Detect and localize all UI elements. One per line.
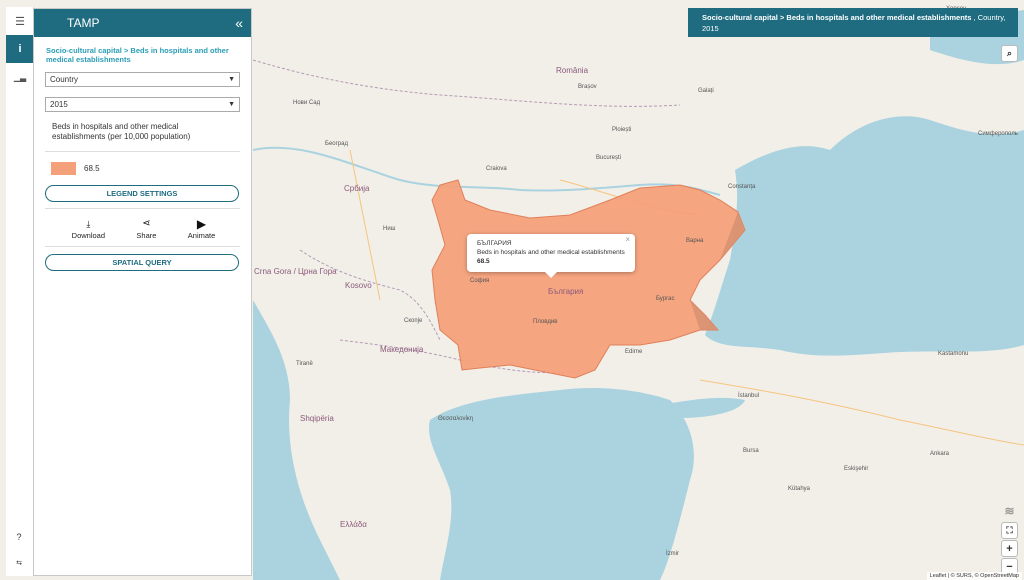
map-label-skopje: Скопје: [404, 318, 423, 324]
info-box: Socio-cultural capital > Beds in hospita…: [688, 8, 1018, 37]
map-label-bursa: Bursa: [743, 448, 759, 454]
legend-settings-button[interactable]: LEGEND SETTINGS: [45, 185, 239, 202]
year-select[interactable]: 2015 ▼: [45, 97, 240, 112]
popup-country: БЪЛГАРИЯ: [477, 240, 512, 247]
map-label-nis: Ниш: [383, 226, 396, 232]
double-chevron-left-icon: «: [235, 15, 243, 31]
map-label-kastamonu: Kastamonu: [938, 351, 969, 357]
map-label-tirane: Tiranë: [296, 361, 313, 367]
info-box-indicator: Socio-cultural capital > Beds in hospita…: [702, 13, 972, 22]
map-label-constanta: Constanța: [728, 184, 756, 190]
divider: [45, 208, 240, 209]
share-button[interactable]: ⋖ Share: [136, 217, 156, 240]
help-button[interactable]: ?: [12, 530, 26, 544]
map-label-simferopol: Симферополь: [978, 131, 1018, 137]
year-select-value: 2015: [50, 100, 68, 109]
map-label-craiova: Craiova: [486, 166, 507, 172]
caret-down-icon: ▼: [228, 101, 235, 108]
fullscreen-icon: ⛶: [1006, 525, 1013, 535]
map-label-burgas: Бургас: [656, 296, 675, 302]
animate-label: Animate: [187, 231, 216, 240]
popup-value: 68.5: [477, 258, 490, 265]
collapse-panel-button[interactable]: «: [235, 15, 243, 31]
map-label-romania: România: [556, 66, 589, 75]
close-icon: ×: [625, 235, 630, 244]
map-label-thessaloniki: Θεσσαλονίκη: [438, 416, 474, 422]
map-label-brasov: Brașov: [578, 84, 597, 90]
map-label-izmir: İzmir: [666, 551, 679, 557]
map-label-istanbul: İstanbul: [738, 393, 760, 399]
unit-select-value: Country: [50, 75, 79, 84]
chart-button[interactable]: ▁▃: [6, 63, 34, 91]
share-icon: ⋖: [142, 218, 151, 229]
download-button[interactable]: ⤓ Download: [72, 217, 105, 240]
animate-button[interactable]: ▶ Animate: [188, 217, 216, 240]
map-popup: × БЪЛГАРИЯ Beds in hospitals and other m…: [467, 234, 635, 278]
info-icon: i: [18, 43, 22, 55]
info-button[interactable]: i: [6, 35, 34, 63]
action-bar: ⤓ Download ⋖ Share ▶ Animate: [56, 217, 231, 240]
map-label-shqiperia: Shqipëria: [300, 414, 334, 423]
icon-strip: ☰ i ▁▃: [6, 7, 34, 576]
fullscreen-button[interactable]: ⛶: [1001, 522, 1018, 539]
legend-row: 68.5: [51, 162, 251, 175]
map-label-edirne: Edirne: [625, 349, 643, 355]
layers-button[interactable]: ≋: [1001, 502, 1018, 519]
language-button[interactable]: ⇆: [12, 556, 26, 570]
side-panel: TAMP « Socio-cultural capital > Beds in …: [33, 8, 252, 576]
language-icon: ⇆: [16, 560, 22, 567]
search-button[interactable]: ⌕: [1001, 45, 1018, 62]
divider: [45, 246, 240, 247]
list-icon: ☰: [15, 15, 25, 28]
map-label-novi-sad: Нови Сад: [293, 100, 321, 106]
map-label-sofia: София: [470, 278, 490, 284]
map-label-ploiesti: Ploiești: [612, 127, 632, 133]
panel-header: TAMP «: [34, 9, 251, 37]
zoom-in-button[interactable]: +: [1001, 540, 1018, 557]
map-label-galati: Galați: [698, 88, 714, 94]
legend-swatch: [51, 162, 76, 175]
divider: [45, 151, 240, 152]
legend-value: 68.5: [84, 164, 100, 173]
map-label-bulgaria: България: [548, 287, 584, 296]
popup-close-button[interactable]: ×: [625, 235, 630, 244]
map-label-bucuresti: București: [596, 155, 622, 161]
indicator-description: Beds in hospitals and other medical esta…: [52, 122, 191, 141]
share-label: Share: [136, 231, 157, 240]
layers-icon: ≋: [1004, 503, 1015, 518]
minus-icon: −: [1006, 560, 1013, 573]
popup-indicator: Beds in hospitals and other medical esta…: [477, 249, 625, 256]
map-label-ankara: Ankara: [930, 451, 950, 457]
help-icon: ?: [16, 532, 22, 542]
bar-chart-icon: ▁▃: [13, 72, 27, 82]
map-label-varna: Варна: [686, 238, 704, 244]
map-label-eskisehir: Eskişehir: [844, 466, 869, 472]
download-icon: ⤓: [86, 219, 91, 229]
plus-icon: +: [1006, 542, 1013, 555]
map-label-kosovo: Kosovo: [345, 281, 372, 290]
map-label-beograd: Београд: [325, 141, 348, 147]
map-label-makedonija: Македонија: [380, 345, 424, 354]
unit-select[interactable]: Country ▼: [45, 72, 240, 87]
map-label-elliada: Ελλάδα: [340, 520, 367, 529]
map-label-crna-gora: Crna Gora / Црна Гора: [254, 267, 337, 276]
search-icon: ⌕: [1006, 48, 1013, 58]
breadcrumb: Socio-cultural capital > Beds in hospita…: [46, 46, 229, 64]
map-label-kutahya: Kütahya: [788, 486, 811, 492]
caret-down-icon: ▼: [228, 76, 235, 83]
spatial-query-button[interactable]: SPATIAL QUERY: [45, 254, 239, 271]
map-label-plovdiv: Пловдив: [533, 319, 558, 325]
download-label: Download: [71, 231, 106, 240]
map-attribution[interactable]: Leaflet | © SURS, © OpenStreetMap: [926, 572, 1022, 580]
layers-list-button[interactable]: ☰: [6, 7, 34, 35]
play-icon: ▶: [196, 217, 207, 231]
app-title: TAMP: [67, 16, 100, 30]
map-label-srbija: Србија: [344, 184, 370, 193]
